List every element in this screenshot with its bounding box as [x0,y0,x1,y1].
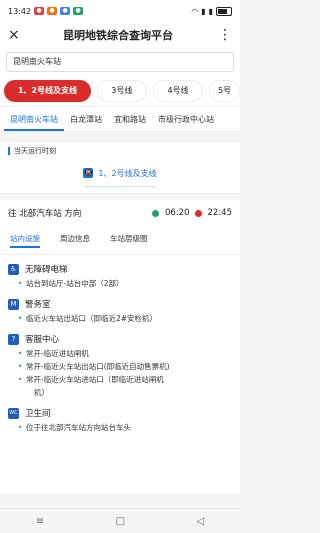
line-tab-5[interactable]: 5号 [209,80,240,102]
line-label-underline [85,186,155,187]
station-tab-bailongtan[interactable]: 白龙潭站 [64,114,108,131]
facility-item: 位于往北部汽车站方向站台车头 [8,421,232,434]
status-left: 13:42 ● ● ● ● [8,6,84,16]
title-bar: × 昆明地铁综合查询平台 ⋮ [0,22,240,48]
battery-fill [218,8,227,14]
station-tabs: 昆明南火车站 白龙潭站 宜和路站 市级行政中心站 [0,106,240,132]
back-icon[interactable]: ◁ [197,516,205,527]
first-train-icon [152,209,159,217]
menu-icon[interactable]: ≡ [36,516,44,527]
line-label[interactable]: 🚇 1、2号线及支线 [0,160,240,186]
status-time: 13:42 [8,6,32,16]
page-title: 昆明地铁综合查询平台 [63,29,173,42]
facility-list: ♿ 无障碍电梯 站台到站厅-站台中部（2部） M 警务室 临近火车站出站口（即临近2… [0,255,240,493]
info-tabs: 站内设施 周边信息 车站层级图 [0,226,240,255]
status-bar: 13:42 ● ● ● ● ◠ ▮ ▮ [0,0,240,22]
direction-text: 往 北部汽车站 方向 [8,209,82,219]
last-train-time: 22:45 [207,208,233,218]
police-icon: M [8,298,19,310]
station-tab-kunming-south[interactable]: 昆明南火车站 [4,114,64,131]
tab-facilities[interactable]: 站内设施 [10,233,40,248]
line-tab-3[interactable]: 3号线 [96,80,147,102]
section-title: 当天运行时刻 [14,147,56,155]
first-train-time: 06:20 [165,208,190,218]
facility-title: 无障碍电梯 [25,265,68,275]
facility-service-center: ? 客服中心 常开-临近进站闸机 常开-临近火车站出站口(即临近自动售票机) 常开… [8,331,232,399]
facility-elevator: ♿ 无障碍电梯 站台到站厅-站台中部（2部） [8,261,232,290]
wifi-icon: ◠ [191,6,199,16]
system-nav-bar: ≡ □ ◁ [0,508,240,533]
signal-icon: ▮ [208,6,213,16]
line-tab-4[interactable]: 4号线 [152,80,204,102]
station-tab-admin-center[interactable]: 市级行政中心站 [152,114,220,131]
signal-icon: ▮ [201,6,206,16]
home-icon[interactable]: □ [116,516,125,527]
line-tab-1-2[interactable]: 1、2号线及支线 [4,80,91,102]
accessible-elevator-icon: ♿ [8,263,19,275]
facility-title: 客服中心 [25,335,60,345]
facility-item: 常开-临近火车站出站口(即临近自动售票机) [8,360,232,373]
station-tab-yihelu[interactable]: 宜和路站 [108,114,152,131]
facility-item: 站台到站厅-站台中部（2部） [8,277,232,290]
notification-icon: ● [73,7,84,15]
facility-item-continuation: 机） [34,388,49,397]
more-icon[interactable]: ⋮ [218,27,232,43]
station-search-input[interactable]: 昆明南火车站 [6,52,234,72]
last-train-icon [194,209,202,217]
line-label-container: 🚇 1、2号线及支线 [0,160,240,194]
facility-item: 临近火车站出站口（即临近2#安检机） [8,312,232,325]
direction-row: 往 北部汽车站 方向 06:20 22:45 [0,200,240,226]
notification-icon: ● [47,7,58,15]
facility-title: 卫生间 [25,409,51,419]
section-marker [8,147,10,155]
line-tabs: 1、2号线及支线 3号线 4号线 5号 [0,76,240,106]
tab-station-levels[interactable]: 车站层级图 [110,233,148,248]
facility-police: M 警务室 临近火车站出站口（即临近2#安检机） [8,296,232,325]
facility-title: 警务室 [25,300,51,310]
notification-icon: ● [34,7,45,15]
restroom-icon: WC [8,407,19,419]
battery-icon [216,6,232,16]
facility-item: 常开-临近火车站进站口（即临近进站闸机 [8,373,232,386]
tab-surroundings[interactable]: 周边信息 [60,233,90,248]
facility-item: 常开-临近进站闸机 [8,347,232,360]
line-label-text: 1、2号线及支线 [98,168,157,178]
notification-icon: ● [60,7,71,15]
status-right: ◠ ▮ ▮ [191,6,232,16]
train-icon: 🚇 [83,168,94,178]
section-header: 当天运行时刻 [0,142,240,160]
search-container: 昆明南火车站 [0,48,240,76]
help-icon: ? [8,333,19,345]
facility-restroom: WC 卫生间 位于往北部汽车站方向站台车头 [8,405,232,434]
